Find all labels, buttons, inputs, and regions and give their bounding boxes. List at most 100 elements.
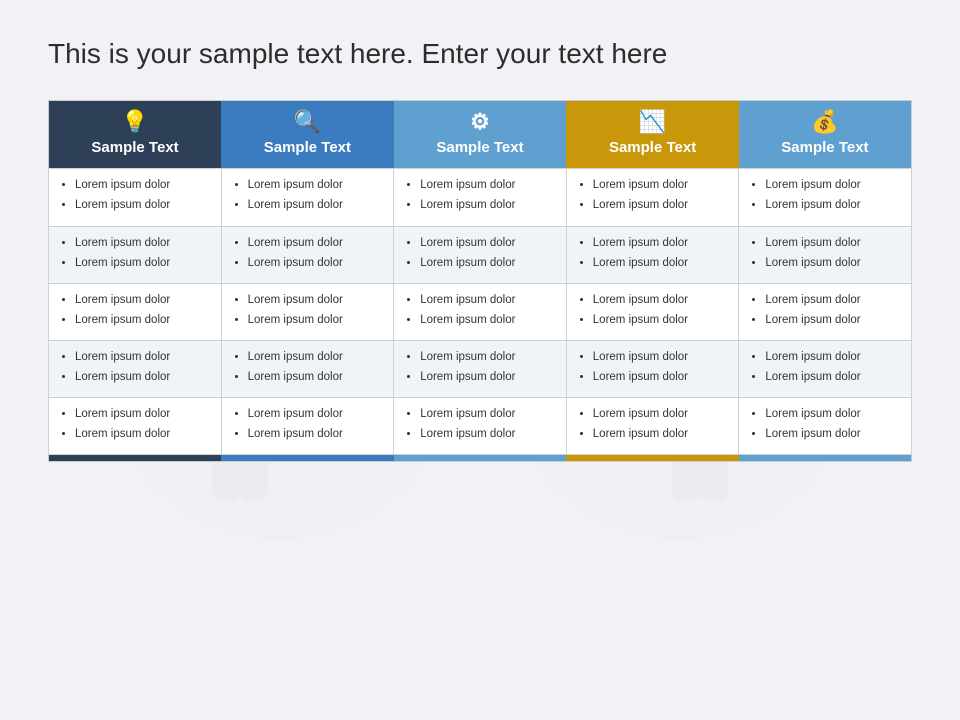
column-label-5: Sample Text	[781, 139, 868, 156]
list-item: Lorem ipsum dolor	[593, 235, 729, 251]
list-item: Lorem ipsum dolor	[593, 177, 729, 193]
table-cell: Lorem ipsum dolor Lorem ipsum dolor	[566, 169, 739, 226]
table-cell: Lorem ipsum dolor Lorem ipsum dolor	[49, 398, 222, 455]
search-icon: 🔍	[229, 111, 386, 133]
list-item: Lorem ipsum dolor	[75, 197, 211, 213]
chart-icon: 📉	[574, 111, 731, 133]
list-item: Lorem ipsum dolor	[420, 292, 556, 308]
list-item: Lorem ipsum dolor	[248, 406, 384, 422]
list-item: Lorem ipsum dolor	[593, 406, 729, 422]
table-cell: Lorem ipsum dolor Lorem ipsum dolor	[566, 283, 739, 340]
table-cell: Lorem ipsum dolorLorem ipsum dolor	[739, 283, 912, 340]
list-item: Lorem ipsum dolor	[420, 426, 556, 442]
footer-bar-cell-5	[739, 455, 912, 462]
list-item: Lorem ipsum dolor	[765, 235, 901, 251]
list-item: Lorem ipsum dolor	[248, 292, 384, 308]
list-item: Lorem ipsum dolor	[593, 197, 729, 213]
table-cell: Lorem ipsum dolor Lorem ipsum dolor	[221, 398, 394, 455]
page-container: This is your sample text here. Enter you…	[0, 0, 960, 486]
column-header-4: 📉 Sample Text	[566, 101, 739, 169]
column-header-1: 💡 Sample Text	[49, 101, 222, 169]
table-cell: Lorem ipsum dolorLorem ipsum dolor	[49, 169, 222, 226]
list-item: Lorem ipsum dolor	[593, 292, 729, 308]
table-cell: Lorem ipsum dolor Lorem ipsum dolor	[49, 283, 222, 340]
list-item: Lorem ipsum dolor	[765, 406, 901, 422]
table-cell: Lorem ipsum dolor Lorem ipsum dolor	[221, 283, 394, 340]
column-label-4: Sample Text	[609, 139, 696, 156]
table-cell: Lorem ipsum dolor Lorem ipsum dolor	[49, 226, 222, 283]
table-cell: Lorem ipsum dolor Lorem ipsum dolor	[394, 340, 567, 397]
list-item: Lorem ipsum dolor	[420, 349, 556, 365]
header-row: 💡 Sample Text 🔍 Sample Text ⚙ Sample Tex…	[49, 101, 912, 169]
table-cell: Lorem ipsum dolor Lorem ipsum dolor	[394, 283, 567, 340]
table-cell: Lorem ipsum dolor Lorem ipsum dolor	[566, 340, 739, 397]
gear-icon: ⚙	[402, 111, 559, 133]
list-item: Lorem ipsum dolor	[593, 312, 729, 328]
table-cell: Lorem ipsum dolor Lorem ipsum dolor	[49, 340, 222, 397]
column-header-2: 🔍 Sample Text	[221, 101, 394, 169]
list-item: Lorem ipsum dolor	[248, 197, 384, 213]
list-item: Lorem ipsum dolor	[248, 349, 384, 365]
list-item: Lorem ipsum dolor	[75, 292, 211, 308]
list-item: Lorem ipsum dolor	[765, 369, 901, 385]
list-item: Lorem ipsum dolor	[593, 255, 729, 271]
list-item: Lorem ipsum dolor	[75, 349, 211, 365]
column-label-1: Sample Text	[91, 139, 178, 156]
table-cell: Lorem ipsum dolor Lorem ipsum dolor	[739, 169, 912, 226]
list-item: Lorem ipsum dolor	[420, 312, 556, 328]
list-item: Lorem ipsum dolor	[593, 349, 729, 365]
list-item: Lorem ipsum dolor	[75, 406, 211, 422]
table-row: Lorem ipsum dolorLorem ipsum dolorLorem …	[49, 340, 912, 397]
table-cell: Lorem ipsum dolorLorem ipsum dolor	[221, 226, 394, 283]
list-item: Lorem ipsum dolor	[765, 177, 901, 193]
list-item: Lorem ipsum dolor	[765, 312, 901, 328]
list-item: Lorem ipsum dolor	[248, 369, 384, 385]
list-item: Lorem ipsum dolor	[420, 369, 556, 385]
list-item: Lorem ipsum dolor	[420, 177, 556, 193]
list-item: Lorem ipsum dolor	[248, 177, 384, 193]
list-item: Lorem ipsum dolor	[765, 197, 901, 213]
main-table: 💡 Sample Text 🔍 Sample Text ⚙ Sample Tex…	[48, 100, 912, 462]
table-cell: Lorem ipsum dolor Lorem ipsum dolor	[221, 169, 394, 226]
table-row: Lorem ipsum dolor Lorem ipsum dolor Lorem …	[49, 398, 912, 455]
table-cell: Lorem ipsum dolor Lorem ipsum dolor	[566, 398, 739, 455]
table-row: Lorem ipsum dolor Lorem ipsum dolor Lorem …	[49, 283, 912, 340]
footer-bar-row	[49, 455, 912, 462]
list-item: Lorem ipsum dolor	[420, 406, 556, 422]
list-item: Lorem ipsum dolor	[420, 255, 556, 271]
list-item: Lorem ipsum dolor	[75, 369, 211, 385]
column-label-2: Sample Text	[264, 139, 351, 156]
money-icon: 💰	[747, 111, 903, 133]
list-item: Lorem ipsum dolor	[593, 369, 729, 385]
table-cell: Lorem ipsum dolor Lorem ipsum dolor	[394, 226, 567, 283]
table-cell: Lorem ipsum dolor Lorem ipsum dolor	[739, 226, 912, 283]
list-item: Lorem ipsum dolor	[765, 349, 901, 365]
footer-bar-cell-1	[49, 455, 222, 462]
footer-bar-cell-2	[221, 455, 394, 462]
list-item: Lorem ipsum dolor	[75, 426, 211, 442]
column-label-3: Sample Text	[436, 139, 523, 156]
list-item: Lorem ipsum dolor	[420, 235, 556, 251]
column-header-5: 💰 Sample Text	[739, 101, 912, 169]
list-item: Lorem ipsum dolor	[765, 255, 901, 271]
table-cell: Lorem ipsum dolor Lorem ipsum dolor	[221, 340, 394, 397]
table-row: Lorem ipsum dolor Lorem ipsum dolor Lorem …	[49, 169, 912, 226]
list-item: Lorem ipsum dolor	[75, 312, 211, 328]
footer-bar-cell-3	[394, 455, 567, 462]
footer-bar-cell-4	[566, 455, 739, 462]
list-item: Lorem ipsum dolor	[75, 235, 211, 251]
table-cell: Lorem ipsum dolor Lorem ipsum dolor	[566, 226, 739, 283]
table-wrapper: 💡 Sample Text 🔍 Sample Text ⚙ Sample Tex…	[48, 100, 912, 462]
table-cell: Lorem ipsum dolor Lorem ipsum dolor	[394, 398, 567, 455]
table-cell: Lorem ipsum dolor Lorem ipsum dolor	[739, 340, 912, 397]
table-cell: Lorem ipsum dolorLorem ipsum dolor	[739, 398, 912, 455]
column-header-3: ⚙ Sample Text	[394, 101, 567, 169]
page-title: This is your sample text here. Enter you…	[48, 36, 912, 72]
table-cell: Lorem ipsum dolor Lorem ipsum dolor	[394, 169, 567, 226]
list-item: Lorem ipsum dolor	[420, 197, 556, 213]
list-item: Lorem ipsum dolor	[248, 312, 384, 328]
list-item: Lorem ipsum dolor	[75, 255, 211, 271]
list-item: Lorem ipsum dolor	[248, 426, 384, 442]
list-item: Lorem ipsum dolor	[248, 255, 384, 271]
list-item: Lorem ipsum dolor	[593, 426, 729, 442]
